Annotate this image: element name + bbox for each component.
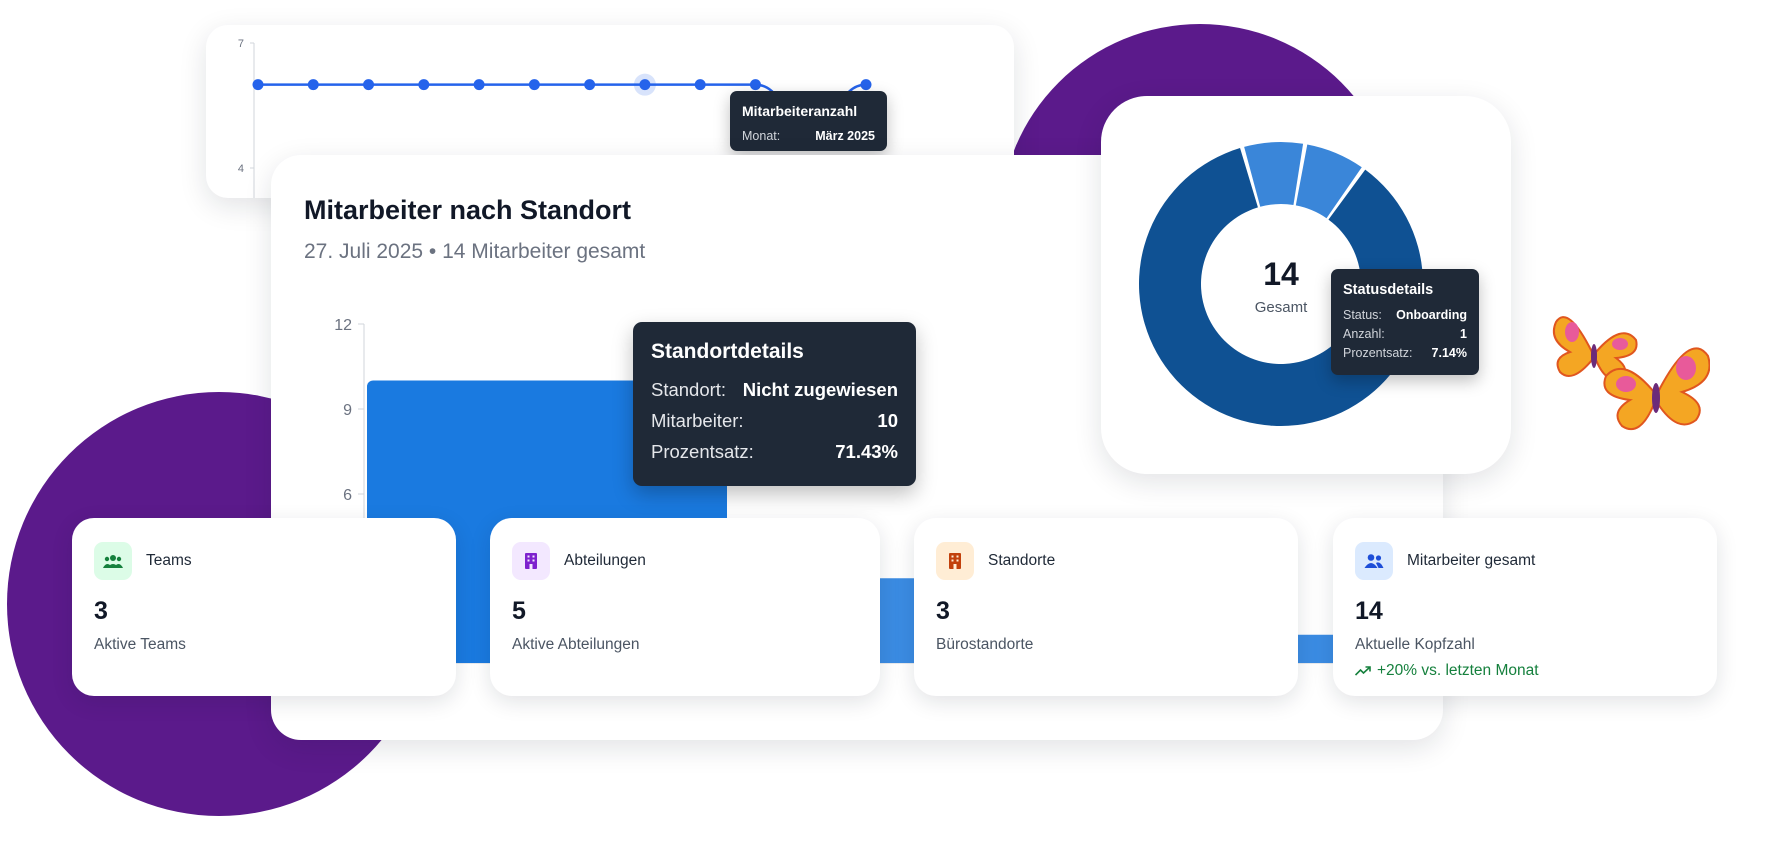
tooltip-label: Prozentsatz: <box>651 441 754 462</box>
headcount-tooltip: Mitarbeiteranzahl Monat: März 2025 <box>730 91 887 151</box>
donut-total-label: Gesamt <box>1254 299 1308 316</box>
tooltip-label: Prozentsatz: <box>1343 346 1413 360</box>
stat-description: Bürostandorte <box>936 636 1034 653</box>
tooltip-label: Mitarbeiter: <box>651 410 744 431</box>
stat-card-departments[interactable]: Abteilungen 5 Aktive Abteilungen <box>490 518 880 696</box>
tooltip-value: Nicht zugewiesen <box>742 379 898 400</box>
data-point <box>418 79 430 91</box>
tooltip-title: Statusdetails <box>1343 282 1434 298</box>
building-icon <box>936 542 974 580</box>
y-tick-label: 7 <box>238 38 244 50</box>
y-tick-label: 9 <box>343 402 352 419</box>
tooltip-label: Anzahl: <box>1343 327 1385 341</box>
tooltip-value: März 2025 <box>815 129 875 143</box>
butterfly-illustration <box>1552 316 1710 431</box>
data-point <box>860 79 872 91</box>
donut-total-value: 14 <box>1263 256 1299 292</box>
tooltip-title: Mitarbeiteranzahl <box>742 103 858 119</box>
y-tick-label: 6 <box>343 487 352 504</box>
stat-label: Mitarbeiter gesamt <box>1407 552 1536 569</box>
data-point <box>694 79 706 91</box>
users-icon <box>94 542 132 580</box>
stat-value: 5 <box>512 597 526 625</box>
stat-label: Abteilungen <box>564 552 646 569</box>
tooltip-label: Status: <box>1343 308 1382 322</box>
status-tooltip: Statusdetails Status: Onboarding Anzahl:… <box>1331 269 1479 375</box>
data-point <box>252 79 264 91</box>
stat-card-total-employees[interactable]: Mitarbeiter gesamt 14 Aktuelle Kopfzahl … <box>1333 518 1717 696</box>
tooltip-value: 10 <box>877 410 898 431</box>
y-tick-label: 12 <box>334 317 352 334</box>
building-icon <box>512 542 550 580</box>
tooltip-value: Onboarding <box>1396 308 1467 322</box>
stat-label: Teams <box>146 552 192 569</box>
stat-card-locations[interactable]: Standorte 3 Bürostandorte <box>914 518 1298 696</box>
stat-description: Aktive Teams <box>94 636 186 653</box>
data-point <box>639 79 651 91</box>
stat-value: 3 <box>936 597 950 625</box>
stat-card-teams[interactable]: Teams 3 Aktive Teams <box>72 518 456 696</box>
stat-value: 14 <box>1355 597 1383 625</box>
data-point <box>363 79 375 91</box>
tooltip-label: Monat: <box>742 129 781 143</box>
data-point <box>749 79 761 91</box>
stat-trend-text: +20% vs. letzten Monat <box>1377 662 1539 679</box>
tooltip-label: Standort: <box>651 379 727 400</box>
stat-description: Aktive Abteilungen <box>512 636 640 653</box>
location-tooltip: Standortdetails Standort: Nicht zugewies… <box>633 322 916 486</box>
tooltip-value: 7.14% <box>1431 346 1467 360</box>
donut-center: 14 Gesamt <box>1226 256 1336 316</box>
tooltip-title: Standortdetails <box>651 340 804 363</box>
tooltip-value: 1 <box>1460 327 1467 341</box>
data-point <box>584 79 596 91</box>
status-donut-card: 14 Gesamt Statusdetails Status: Onboardi… <box>1101 96 1511 474</box>
stat-trend: +20% vs. letzten Monat <box>1355 662 1695 680</box>
trending-up-icon <box>1355 666 1371 676</box>
tooltip-value: 71.43% <box>835 441 898 462</box>
data-point <box>528 79 540 91</box>
data-point <box>307 79 319 91</box>
people-icon <box>1355 542 1393 580</box>
y-tick-label: 4 <box>238 163 244 175</box>
data-point <box>473 79 485 91</box>
stat-value: 3 <box>94 597 108 625</box>
stat-description: Aktuelle Kopfzahl <box>1355 636 1475 653</box>
stat-label: Standorte <box>988 552 1056 569</box>
